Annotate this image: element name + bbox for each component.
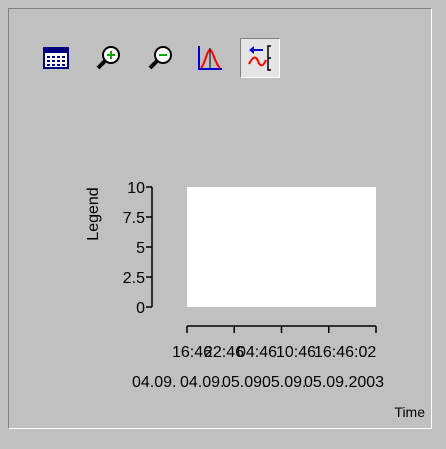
- y-axis-title: Legend: [85, 187, 102, 240]
- y-tick-label: 0: [136, 300, 145, 317]
- x-tick-time-label: 10:46: [276, 344, 316, 361]
- plot-area: [187, 187, 376, 307]
- x-tick-date-label: 04.09.: [180, 374, 224, 391]
- x-tick-date-label: 05.09.: [222, 374, 266, 391]
- x-axis-title: Time: [394, 404, 425, 420]
- x-tick-date-label: 05.09.2003: [304, 374, 384, 391]
- x-tick-time-label: 16:46:02: [314, 344, 376, 361]
- x-tick-date-label: 05.09.: [262, 374, 306, 391]
- y-tick-label: 10: [127, 180, 145, 197]
- y-tick-label: 7.5: [123, 210, 145, 227]
- time-chart: 107.552.50 16:4622:4604:4610:4616:46:020…: [85, 180, 425, 420]
- y-tick-label: 2.5: [123, 270, 145, 287]
- y-axis: 10 7.5 5 2.5 0: [123, 180, 153, 317]
- x-axis: 16:4622:4604:4610:4616:46:0204.09. 04.09.…: [132, 325, 384, 391]
- x-tick-date-label: 04.09.: [132, 374, 176, 391]
- x-tick-time-label: 04:46: [237, 344, 277, 361]
- y-tick-label: 5: [136, 240, 145, 257]
